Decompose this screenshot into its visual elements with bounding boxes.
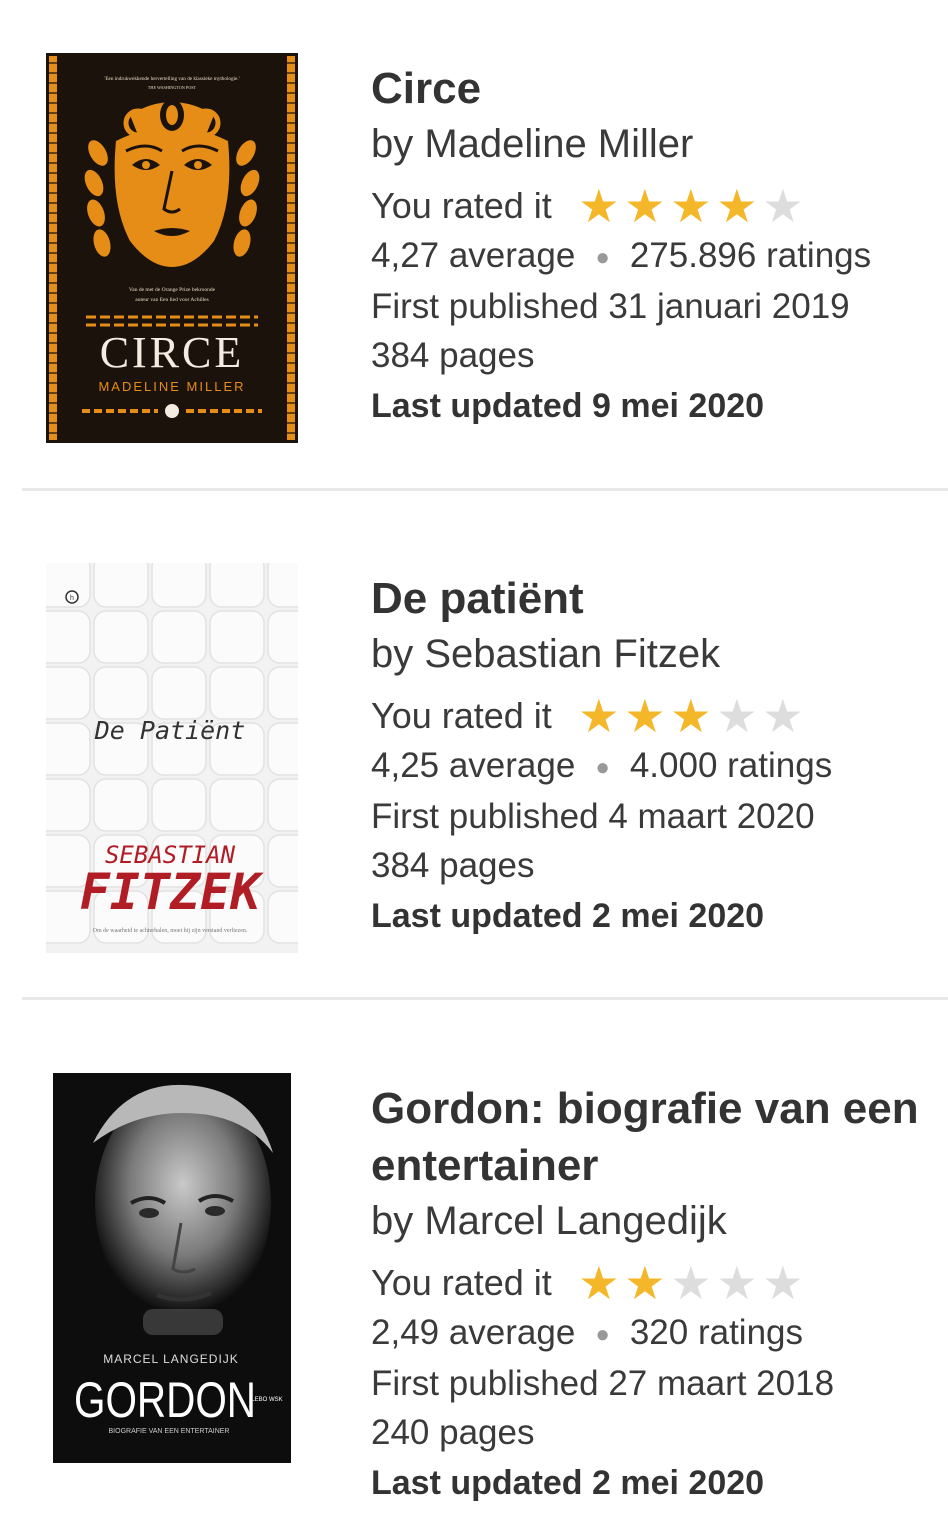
- cover-quote-source: THE WASHINGTON POST: [148, 85, 197, 90]
- divider: [22, 488, 948, 491]
- book-author[interactable]: by Sebastian Fitzek: [371, 629, 832, 679]
- average-rating: 4,25 average: [371, 746, 576, 785]
- star-icon[interactable]: ★: [576, 1260, 622, 1306]
- book-info: Gordon: biografie van een entertainer by…: [371, 1080, 941, 1509]
- star-icon[interactable]: ★: [760, 183, 806, 229]
- star-icon[interactable]: ★: [622, 693, 668, 739]
- rating-stars[interactable]: ★ ★ ★ ★ ★: [576, 183, 806, 229]
- first-published: First published 4 maart 2020: [371, 797, 815, 837]
- star-icon[interactable]: ★: [668, 183, 714, 229]
- star-icon[interactable]: ★: [622, 1260, 668, 1306]
- book-title[interactable]: Gordon: biografie van een entertainer: [371, 1080, 941, 1194]
- stats-row: 4,27 average ● 275.896 ratings: [371, 231, 871, 282]
- user-rating-row: You rated it ★ ★ ★ ★ ★: [371, 691, 832, 741]
- page-count: 384 pages: [371, 336, 535, 376]
- cover-title: CIRCE: [100, 328, 245, 377]
- cover-subtitle: BIOGRAFIE VAN EEN ENTERTAINER: [109, 1428, 230, 1435]
- separator-dot: ●: [595, 244, 610, 272]
- star-icon[interactable]: ★: [576, 693, 622, 739]
- stats-row: 4,25 average ● 4.000 ratings: [371, 741, 832, 792]
- cover-author: MADELINE MILLER: [98, 379, 245, 394]
- star-icon[interactable]: ★: [760, 1260, 806, 1306]
- book-author[interactable]: by Madeline Miller: [371, 119, 871, 169]
- page-count: 240 pages: [371, 1413, 535, 1453]
- user-rating-row: You rated it ★ ★ ★ ★ ★: [371, 1258, 941, 1308]
- svg-text:h: h: [70, 595, 74, 602]
- cover-publisher: LEBO WSK: [251, 1397, 282, 1403]
- rated-label: You rated it: [371, 695, 552, 736]
- separator-dot: ●: [595, 754, 610, 782]
- star-icon[interactable]: ★: [714, 693, 760, 739]
- star-icon[interactable]: ★: [668, 693, 714, 739]
- book-title[interactable]: Circe: [371, 60, 871, 117]
- star-icon[interactable]: ★: [576, 183, 622, 229]
- divider: [22, 997, 948, 1000]
- star-icon[interactable]: ★: [714, 183, 760, 229]
- ratings-count: 320 ratings: [629, 1313, 803, 1352]
- average-rating: 2,49 average: [371, 1313, 576, 1352]
- first-published: First published 31 januari 2019: [371, 287, 850, 327]
- cover-tagline: Om de waarheid te achterhalen, moet hij …: [93, 928, 248, 934]
- user-rating-row: You rated it ★ ★ ★ ★ ★: [371, 181, 871, 231]
- ratings-count: 275.896 ratings: [629, 236, 872, 275]
- separator-dot: ●: [595, 1321, 610, 1349]
- book-title[interactable]: De patiënt: [371, 570, 832, 627]
- book-cover-circe[interactable]: 'Een indrukwekkende hervertelling van de…: [46, 53, 298, 443]
- average-rating: 4,27 average: [371, 236, 576, 275]
- stats-row: 2,49 average ● 320 ratings: [371, 1308, 941, 1359]
- last-updated: Last updated 2 mei 2020: [371, 1464, 765, 1503]
- cover-author-last: FITZEK: [80, 863, 265, 921]
- book-info: Circe by Madeline Miller You rated it ★ ★…: [371, 60, 871, 432]
- cover-title: De Patiënt: [94, 716, 246, 745]
- rated-label: You rated it: [371, 1262, 552, 1303]
- cover-blurb: Van de met de Orange Prize bekroonde: [129, 287, 216, 293]
- cover-blurb: auteur van Een lied voor Achilles: [135, 297, 208, 303]
- rating-stars[interactable]: ★ ★ ★ ★ ★: [576, 1260, 806, 1306]
- rating-stars[interactable]: ★ ★ ★ ★ ★: [576, 693, 806, 739]
- rated-label: You rated it: [371, 185, 552, 226]
- book-author[interactable]: by Marcel Langedijk: [371, 1196, 941, 1246]
- ratings-count: 4.000 ratings: [629, 746, 833, 785]
- cover-author: MARCEL LANGEDIJK: [103, 1352, 239, 1366]
- first-published: First published 27 maart 2018: [371, 1364, 835, 1404]
- star-icon[interactable]: ★: [760, 693, 806, 739]
- book-cover-gordon[interactable]: MARCEL LANGEDIJK GORDON LEBO WSK BIOGRAF…: [53, 1073, 291, 1463]
- book-info: De patiënt by Sebastian Fitzek You rated…: [371, 570, 832, 942]
- last-updated: Last updated 2 mei 2020: [371, 897, 765, 936]
- page-count: 384 pages: [371, 846, 535, 886]
- star-icon[interactable]: ★: [714, 1260, 760, 1306]
- star-icon[interactable]: ★: [668, 1260, 714, 1306]
- star-icon[interactable]: ★: [622, 183, 668, 229]
- cover-quote: 'Een indrukwekkende hervertelling van de…: [104, 76, 239, 82]
- last-updated: Last updated 9 mei 2020: [371, 387, 765, 426]
- cover-title: GORDON: [74, 1372, 256, 1428]
- book-cover-de-patient[interactable]: h De Patiënt SEBASTIAN FITZEK Om de waar…: [46, 563, 298, 953]
